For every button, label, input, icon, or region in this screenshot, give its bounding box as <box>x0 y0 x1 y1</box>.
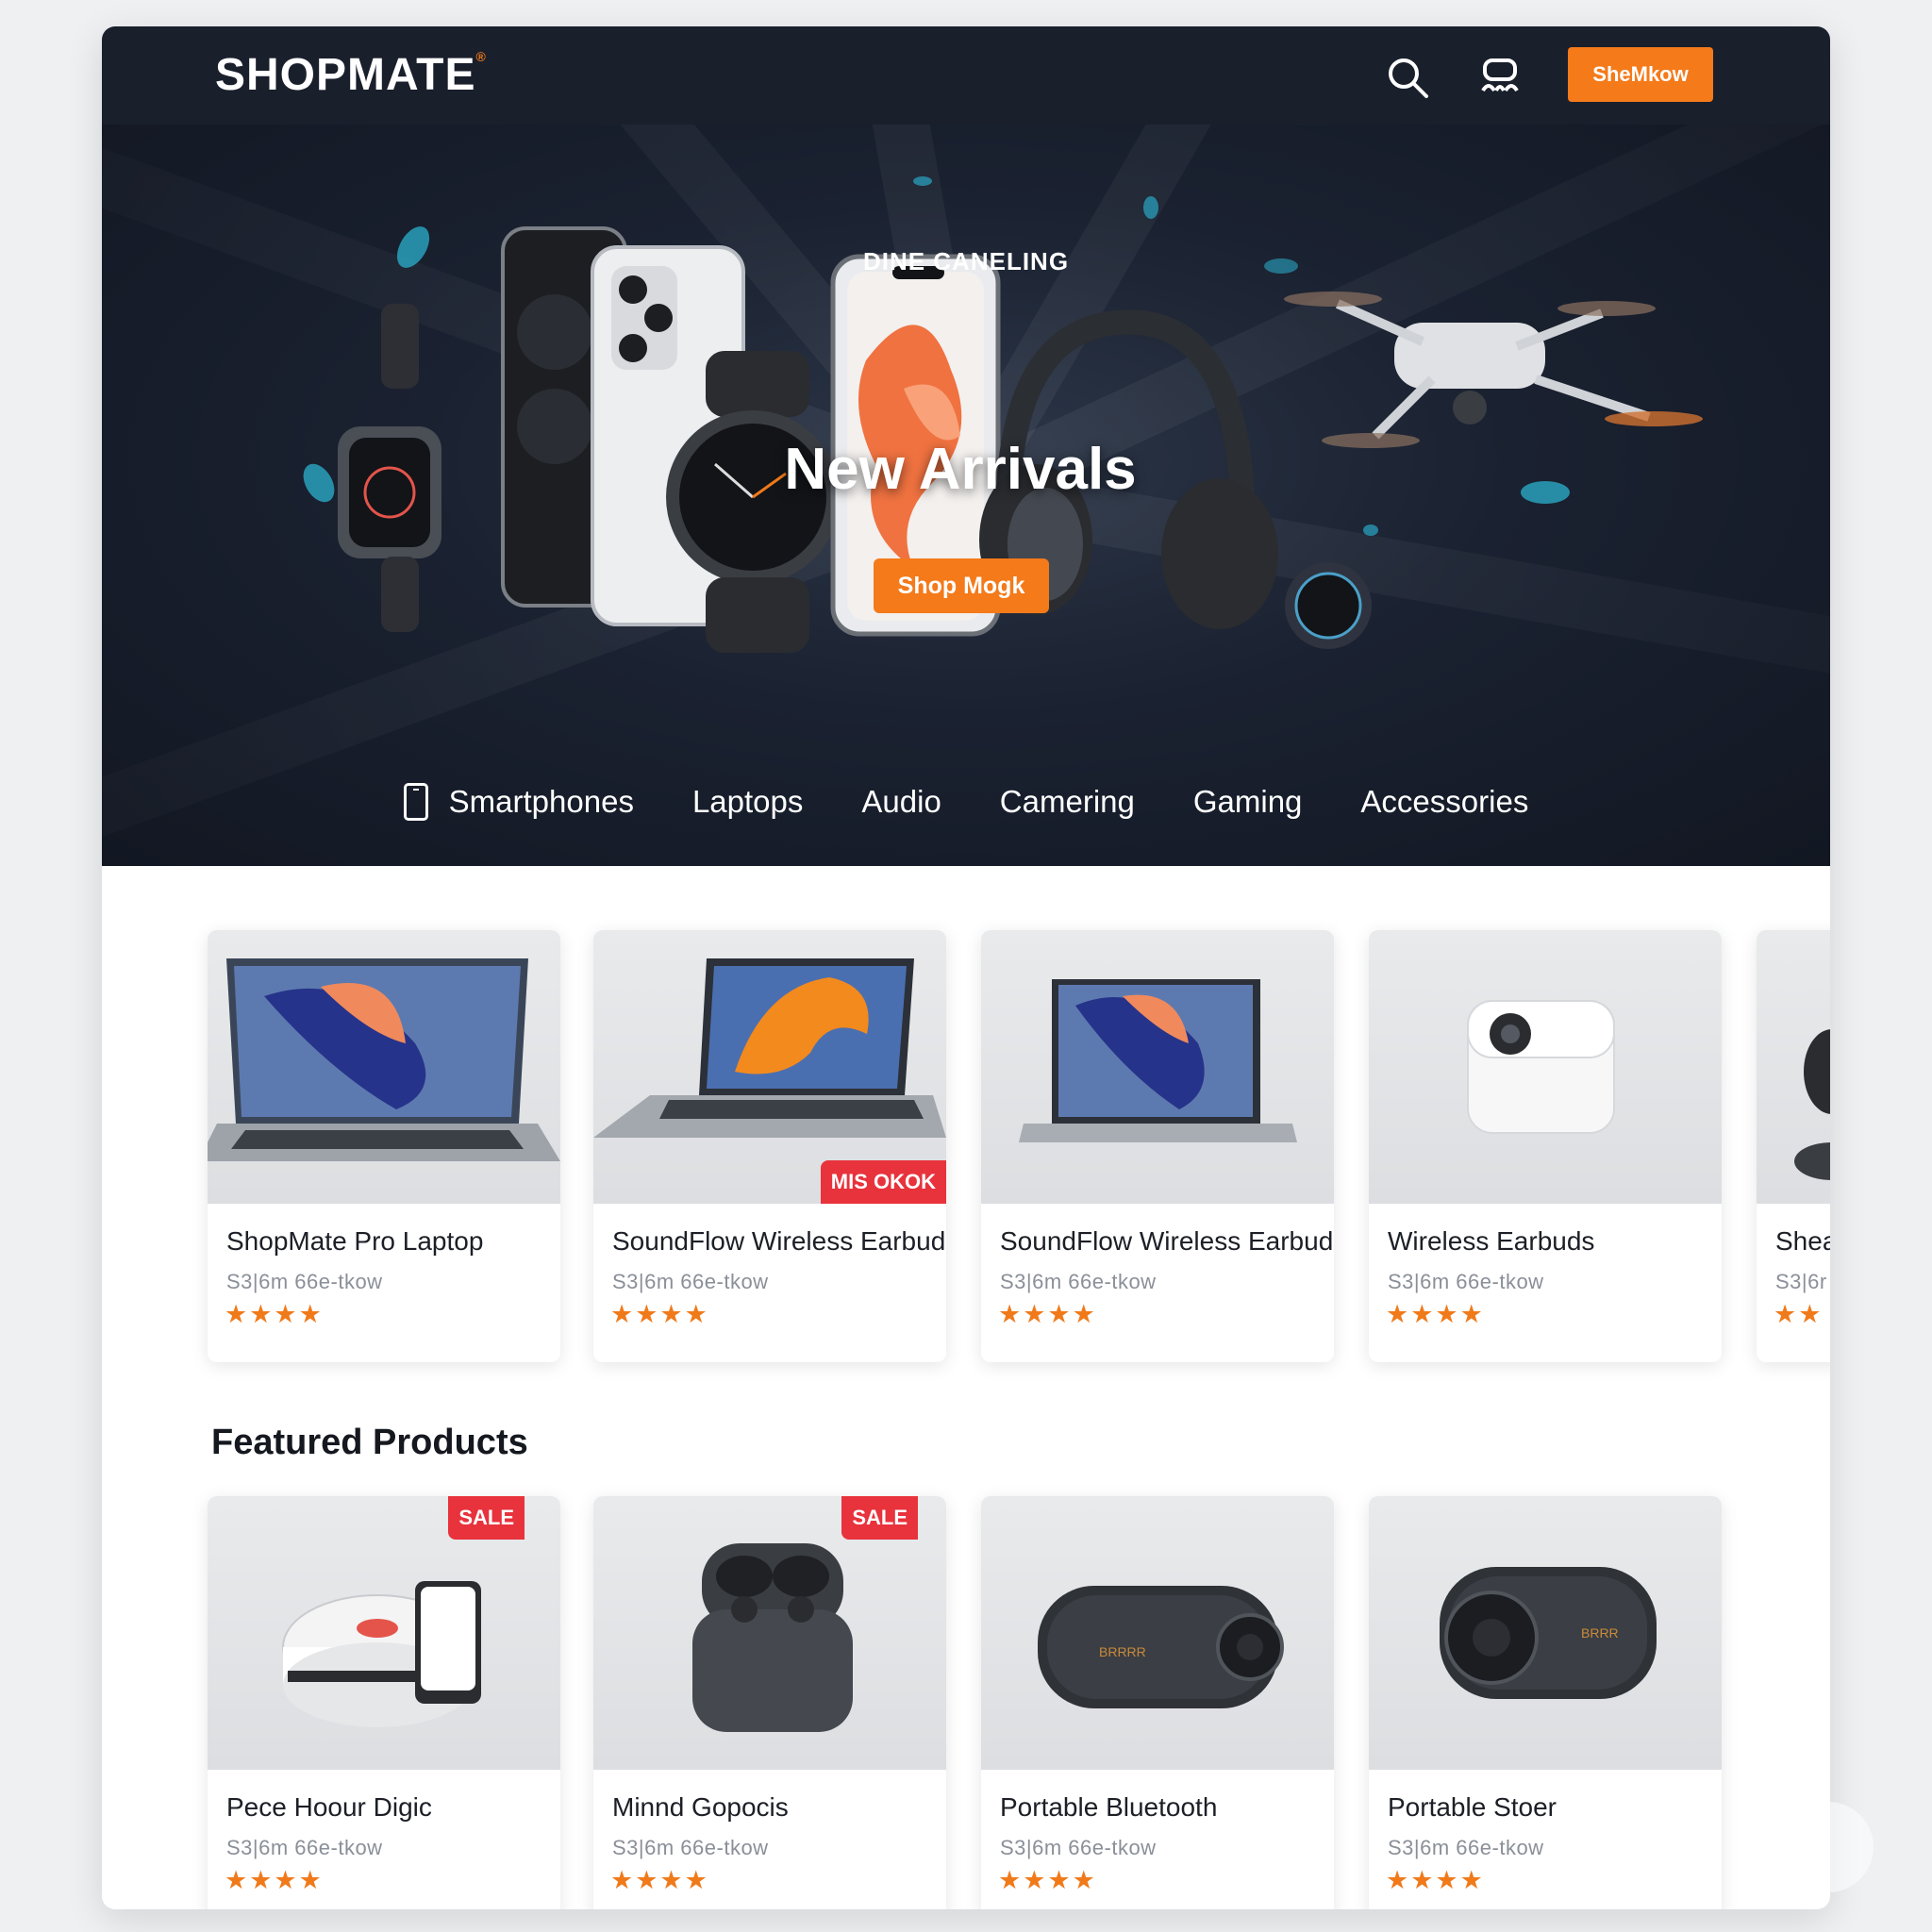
product-card[interactable]: BRRR Portable Stoer S3|6m 66e-tkow ★★★★ <box>1369 1496 1722 1909</box>
product-price: S3|6m 66e-tkow <box>1388 1270 1544 1293</box>
category-gaming[interactable]: Gaming <box>1193 784 1303 820</box>
product-image <box>1757 930 1830 1204</box>
product-price: S3|6m 66e-tkow <box>1000 1270 1157 1293</box>
product-name: Shea <box>1775 1226 1830 1256</box>
product-card[interactable]: ShopMate Pro Laptop S3|6m 66e-tkow ★★★★ <box>208 930 560 1362</box>
header-shop-button[interactable]: SheMkow <box>1568 47 1713 102</box>
product-price: S3|6m 66e-tkow <box>226 1270 383 1293</box>
product-image: SALE <box>593 1496 946 1770</box>
rating-stars: ★★★★ <box>1386 1300 1485 1328</box>
product-name: SoundFlow Wireless Earbuds <box>612 1226 946 1256</box>
product-image <box>981 930 1334 1204</box>
product-name: Wireless Earbuds <box>1388 1226 1595 1256</box>
product-name: Portable Bluetooth <box>1000 1792 1218 1822</box>
category-audio[interactable]: Audio <box>861 784 941 820</box>
product-price: S3|6m 66e-tkow <box>1388 1836 1544 1859</box>
svg-text:BRRR: BRRR <box>1581 1625 1619 1641</box>
product-price: S3|6r <box>1775 1270 1827 1293</box>
top-navigation-bar: SHOPMATE® SheMkow <box>102 26 1830 125</box>
product-card[interactable]: SALE Pece Hoour Digic S3|6m 66e-tkow ★★★… <box>208 1496 560 1909</box>
category-label: Audio <box>861 784 941 819</box>
hero-eyebrow-text: DINE CANELING <box>862 247 1070 275</box>
svg-text:BRRRR: BRRRR <box>1099 1644 1146 1659</box>
store-page: SHOPMATE® SheMkow DINE CANELING New Arri… <box>102 26 1830 1909</box>
product-image: SALE <box>208 1496 560 1770</box>
floating-help-button[interactable] <box>1783 1802 1874 1892</box>
category-label: Gaming <box>1192 784 1303 819</box>
product-name: ShopMate Pro Laptop <box>226 1226 484 1256</box>
sale-badge: SALE <box>841 1496 918 1540</box>
category-camering[interactable]: Camering <box>1000 784 1135 820</box>
rating-stars: ★★★★ <box>225 1300 324 1328</box>
smartphone-icon <box>403 783 428 821</box>
rating-stars: ★★★★ <box>998 1300 1097 1328</box>
product-card[interactable]: MIS OKOK SoundFlow Wireless Earbuds S3|6… <box>593 930 946 1362</box>
rating-stars: ★★★★ <box>610 1300 709 1328</box>
category-label: Laptops <box>691 784 804 819</box>
rating-stars: ★★★★ <box>225 1866 324 1894</box>
rating-stars: ★★★★ <box>610 1866 709 1894</box>
product-price: S3|6m 66e-tkow <box>1000 1836 1157 1859</box>
product-name: Portable Stoer <box>1388 1792 1557 1822</box>
hero-title: New Arrivals <box>784 437 1137 502</box>
sale-badge: SALE <box>448 1496 525 1540</box>
product-price: S3|6m 66e-tkow <box>612 1270 769 1293</box>
product-card-partial[interactable]: Shea S3|6r ★★ <box>1757 930 1830 1362</box>
promo-badge: MIS OKOK <box>820 1160 946 1204</box>
account-icon[interactable] <box>1477 55 1523 100</box>
product-name: Minnd Gopocis <box>612 1792 789 1822</box>
hero-shop-now-button[interactable]: Shop Mogk <box>874 558 1049 613</box>
category-label: Accessories <box>1360 784 1529 819</box>
product-image: BRRR <box>1369 1496 1722 1770</box>
shopmate-logo[interactable]: SHOPMATE® <box>215 49 487 101</box>
product-card[interactable]: SALE Minnd Gopocis S3|6m 66e-tkow ★★★★ <box>593 1496 946 1909</box>
product-image <box>208 930 560 1204</box>
category-accessories[interactable]: Accessories <box>1360 784 1528 820</box>
category-label: Camering <box>999 784 1135 819</box>
category-smartphones[interactable]: Smartphones <box>403 783 634 821</box>
category-navigation: Smartphones Laptops Audio Camering Gamin… <box>102 774 1830 830</box>
search-icon[interactable] <box>1385 55 1430 100</box>
rating-stars: ★★★★ <box>998 1866 1097 1894</box>
product-price: S3|6m 66e-tkow <box>612 1836 769 1859</box>
featured-products-heading: Featured Products <box>211 1423 528 1462</box>
hero-banner: DINE CANELING New Arrivals Shop Mogk Sma… <box>102 125 1830 866</box>
product-image <box>1369 930 1722 1204</box>
product-image: BRRRR <box>981 1496 1334 1770</box>
category-label: Smartphones <box>448 784 634 819</box>
category-laptops[interactable]: Laptops <box>692 784 803 820</box>
rating-stars: ★★★★ <box>1386 1866 1485 1894</box>
product-card[interactable]: SoundFlow Wireless Earbuds S3|6m 66e-tko… <box>981 930 1334 1362</box>
product-image: MIS OKOK <box>593 930 946 1204</box>
product-name: SoundFlow Wireless Earbuds <box>1000 1226 1334 1256</box>
product-card[interactable]: BRRRR Portable Bluetooth S3|6m 66e-tkow … <box>981 1496 1334 1909</box>
rating-stars: ★★ <box>1774 1300 1824 1328</box>
product-card[interactable]: Wireless Earbuds S3|6m 66e-tkow ★★★★ <box>1369 930 1722 1362</box>
product-price: S3|6m 66e-tkow <box>226 1836 383 1859</box>
product-name: Pece Hoour Digic <box>226 1792 432 1822</box>
